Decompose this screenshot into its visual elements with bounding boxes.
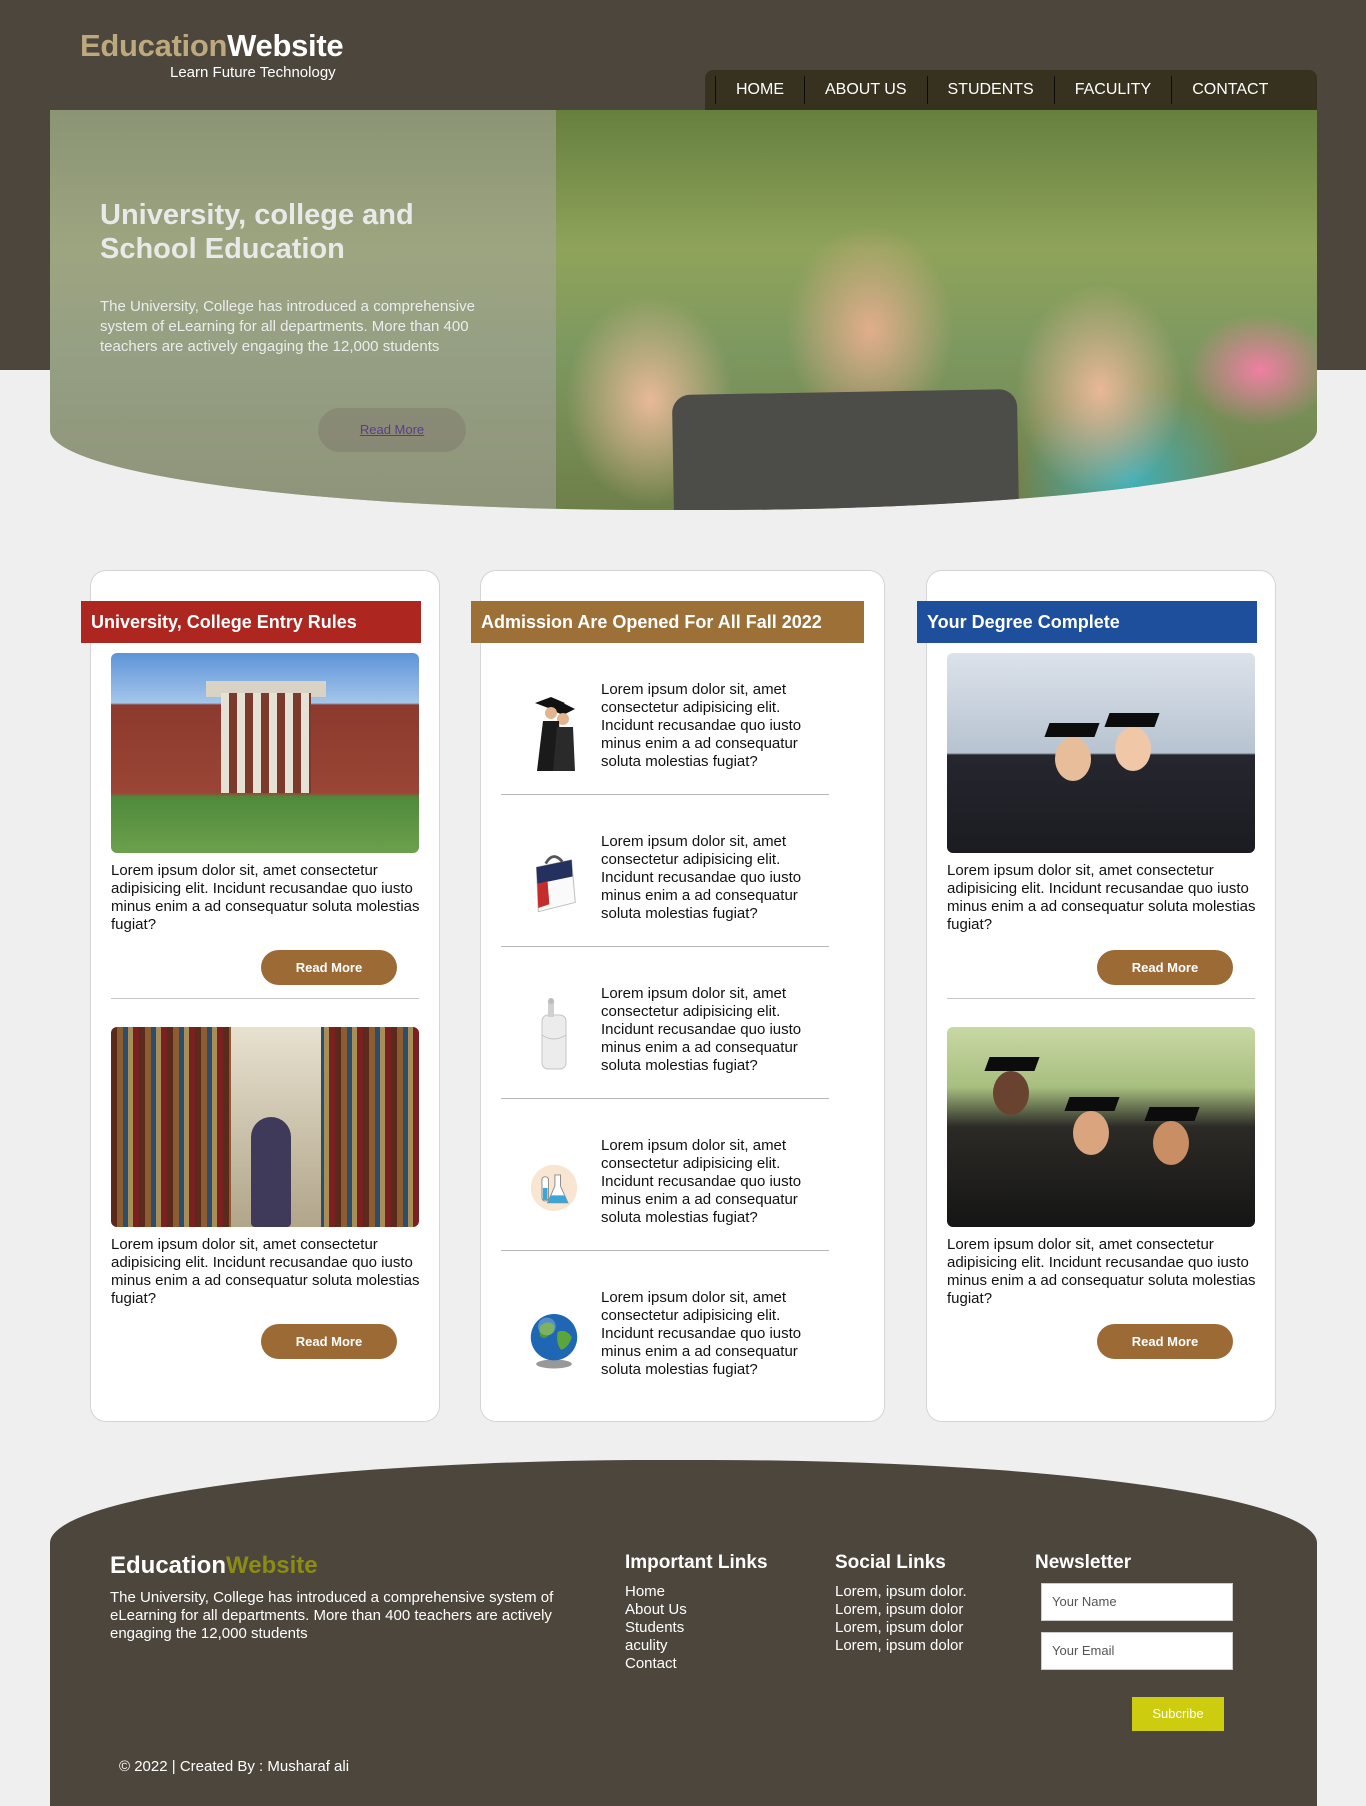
tagline: Learn Future Technology [170, 64, 336, 81]
post-text: Lorem ipsum dolor sit, amet consectetur … [111, 1236, 420, 1307]
nav-contact[interactable]: CONTACT [1171, 76, 1288, 104]
nav-faculity[interactable]: FACULITY [1053, 76, 1171, 104]
main-nav: HOME ABOUT US STUDENTS FACULITY CONTACT [705, 70, 1317, 110]
lab-flask-icon [529, 1147, 579, 1227]
post-text: Lorem ipsum dolor sit, amet consectetur … [111, 862, 420, 933]
feature-item: Lorem ipsum dolor sit, amet consectetur … [501, 1269, 831, 1399]
divider [501, 946, 829, 947]
post: Lorem ipsum dolor sit, amet consectetur … [947, 653, 1257, 985]
divider [501, 1098, 829, 1099]
bag-icon [529, 843, 579, 923]
social-link[interactable]: Lorem, ipsum dolor [835, 1637, 1025, 1655]
footer-link-contact[interactable]: Contact [625, 1655, 795, 1673]
library-image [111, 1027, 419, 1227]
newsletter: Newsletter Your Name Your Email Subcribe [1035, 1552, 1255, 1731]
social-heading: Social Links [835, 1552, 946, 1573]
feature-item: Lorem ipsum dolor sit, amet consectetur … [501, 661, 831, 791]
card-entry-rules: University, College Entry Rules Lorem ip… [81, 570, 440, 1422]
footer-link-about-us[interactable]: About Us [625, 1601, 795, 1619]
nav-home[interactable]: HOME [715, 76, 804, 104]
social-link[interactable]: Lorem, ipsum dolor [835, 1619, 1025, 1637]
logo-part2: Website [227, 28, 344, 63]
social-link[interactable]: Lorem, ipsum dolor [835, 1601, 1025, 1619]
divider [501, 794, 829, 795]
hero-text: The University, College has introduced a… [100, 298, 475, 355]
diploma-icon [529, 995, 579, 1075]
feature-text: Lorem ipsum dolor sit, amet consectetur … [601, 1137, 802, 1226]
social-links: Social Links Lorem, ipsum dolor. Lorem, … [835, 1552, 1025, 1655]
post: Lorem ipsum dolor sit, amet consectetur … [111, 1027, 421, 1359]
hero-title: University, college and School Education [100, 199, 414, 265]
newsletter-heading: Newsletter [1035, 1552, 1132, 1573]
graduates-icon [529, 691, 579, 771]
copyright: © 2022 | Created By : Musharaf ali [119, 1758, 350, 1775]
graduates-group-photo [947, 1027, 1255, 1227]
email-input[interactable]: Your Email [1041, 1632, 1233, 1670]
read-more-button[interactable]: Read More [261, 950, 397, 985]
feature-item: Lorem ipsum dolor sit, amet consectetur … [501, 813, 831, 943]
feature-item: Lorem ipsum dolor sit, amet consectetur … [501, 965, 831, 1095]
site-logo[interactable]: EducationWebsite Learn Future Technology [80, 28, 344, 81]
important-links: Important Links Home About Us Students a… [625, 1552, 795, 1673]
links-heading: Important Links [625, 1552, 768, 1573]
hero-read-more-button[interactable]: Read More [318, 408, 466, 452]
footer-about: The University, College has introduced a… [110, 1589, 554, 1642]
name-input[interactable]: Your Name [1041, 1583, 1233, 1621]
read-more-button[interactable]: Read More [261, 1324, 397, 1359]
footer-logo-part1: Education [110, 1552, 227, 1579]
post: Lorem ipsum dolor sit, amet consectetur … [111, 653, 421, 985]
nav-about-us[interactable]: ABOUT US [804, 76, 927, 104]
card-title: Your Degree Complete [917, 601, 1257, 643]
footer-logo-part2: Website [226, 1552, 318, 1579]
footer-link-home[interactable]: Home [625, 1583, 795, 1601]
graduates-photo [947, 653, 1255, 853]
laptop-image [671, 388, 1020, 510]
footer-link-faculity[interactable]: aculity [625, 1637, 795, 1655]
footer: EducationWebsite The University, College… [50, 1460, 1317, 1806]
feature-text: Lorem ipsum dolor sit, amet consectetur … [601, 1289, 802, 1378]
read-more-button[interactable]: Read More [1097, 950, 1233, 985]
feature-text: Lorem ipsum dolor sit, amet consectetur … [601, 985, 802, 1074]
subscribe-button[interactable]: Subcribe [1132, 1697, 1224, 1731]
feature-text: Lorem ipsum dolor sit, amet consectetur … [601, 681, 802, 770]
logo-part1: Education [80, 28, 228, 63]
feature-text: Lorem ipsum dolor sit, amet consectetur … [601, 833, 802, 922]
read-more-button[interactable]: Read More [1097, 1324, 1233, 1359]
card-admission: Admission Are Opened For All Fall 2022 L… [471, 570, 885, 1422]
post: Lorem ipsum dolor sit, amet consectetur … [947, 1027, 1257, 1359]
footer-link-students[interactable]: Students [625, 1619, 795, 1637]
post-text: Lorem ipsum dolor sit, amet consectetur … [947, 862, 1256, 933]
card-title: University, College Entry Rules [81, 601, 421, 643]
divider [947, 998, 1255, 999]
footer-logo[interactable]: EducationWebsite [110, 1552, 318, 1580]
nav-students[interactable]: STUDENTS [926, 76, 1054, 104]
hero-banner: University, college and School Education… [50, 110, 1317, 510]
feature-item: Lorem ipsum dolor sit, amet consectetur … [501, 1117, 831, 1247]
divider [501, 1250, 829, 1251]
divider [111, 998, 419, 999]
globe-icon [529, 1299, 579, 1379]
post-text: Lorem ipsum dolor sit, amet consectetur … [947, 1236, 1256, 1307]
card-degree-complete: Your Degree Complete Lorem ipsum dolor s… [917, 570, 1276, 1422]
university-building-image [111, 653, 419, 853]
card-title: Admission Are Opened For All Fall 2022 [471, 601, 864, 643]
social-link[interactable]: Lorem, ipsum dolor. [835, 1583, 1025, 1601]
